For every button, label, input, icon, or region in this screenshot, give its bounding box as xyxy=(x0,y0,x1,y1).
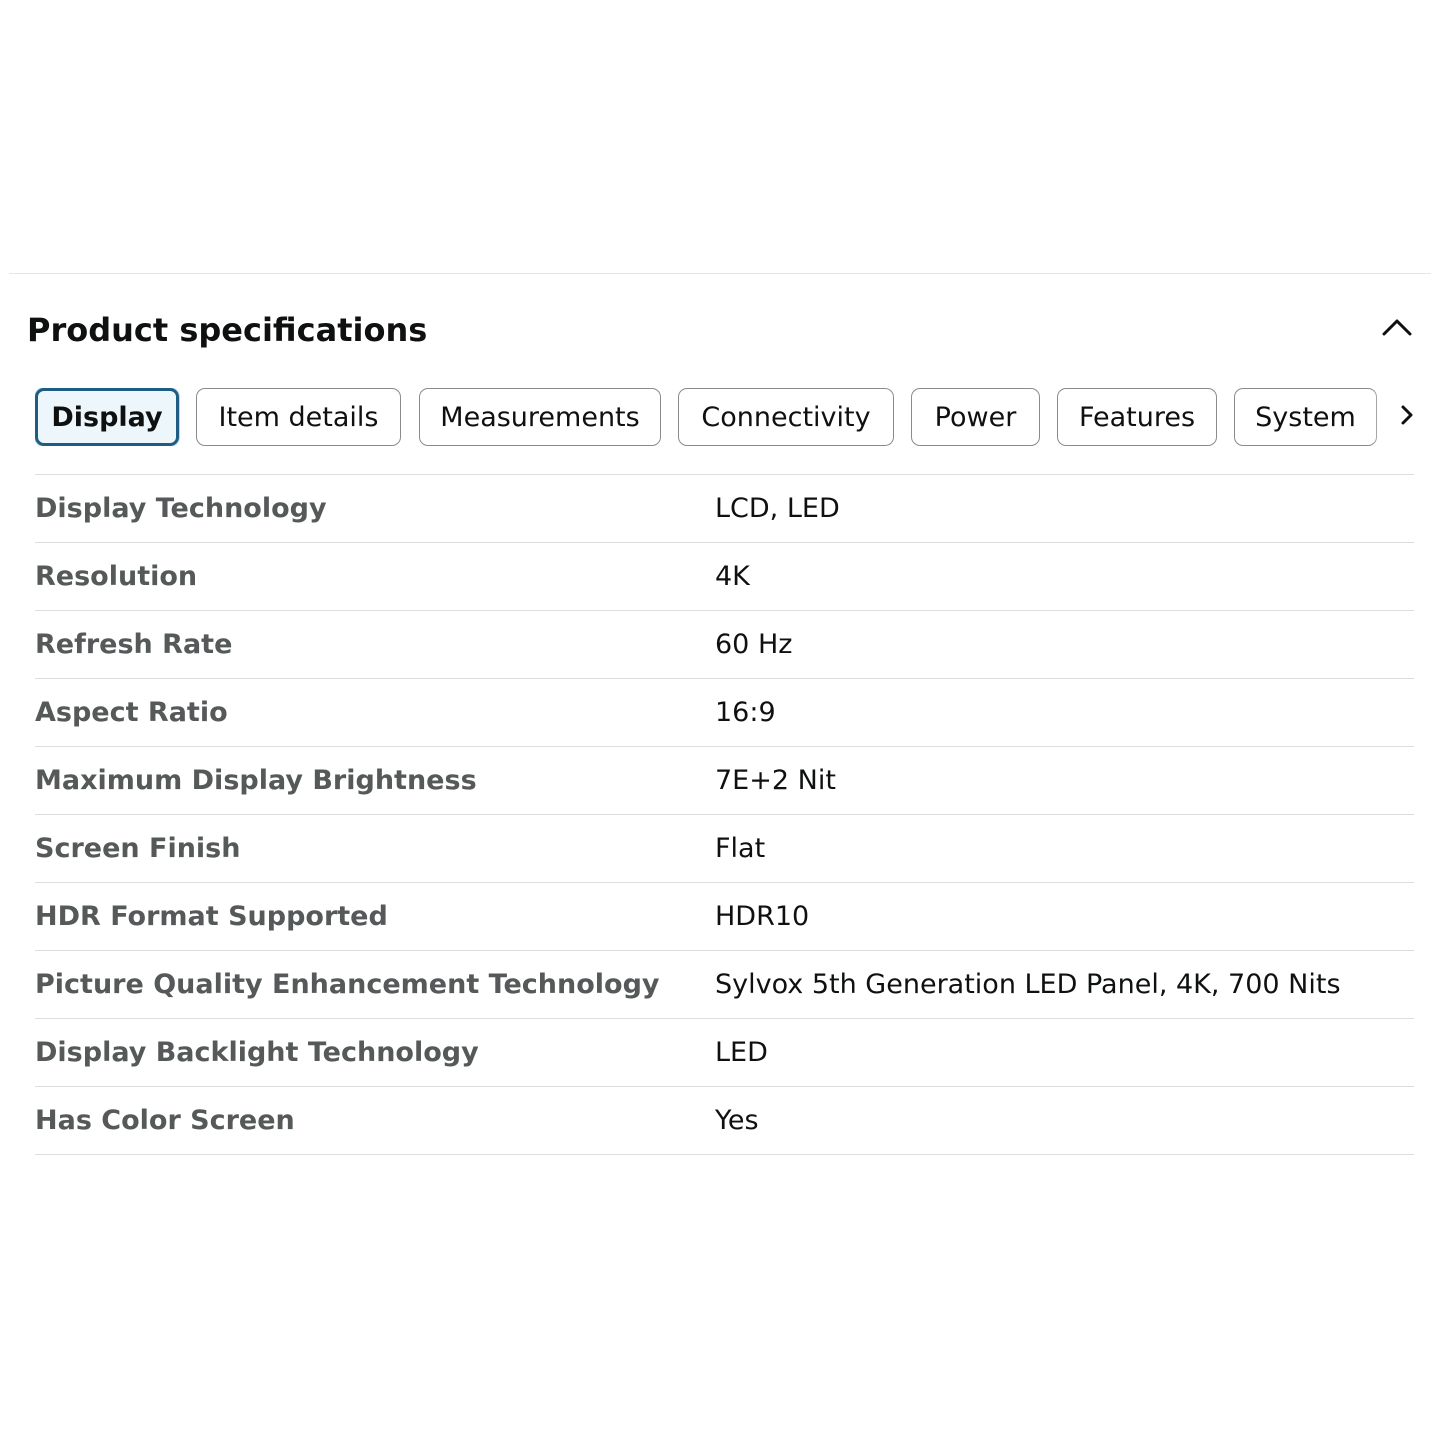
tab-item-details[interactable]: Item details xyxy=(196,388,401,446)
product-specifications-header: Product specifications xyxy=(27,300,1417,360)
section-title: Product specifications xyxy=(27,311,428,349)
collapse-button[interactable] xyxy=(1377,310,1417,346)
tab-features[interactable]: Features xyxy=(1057,388,1217,446)
tab-connectivity[interactable]: Connectivity xyxy=(678,388,894,446)
spec-row: Display Technology LCD, LED xyxy=(35,475,1414,543)
tab-label: Measurements xyxy=(440,401,640,433)
tabs-overflow-fade xyxy=(1371,388,1395,446)
spec-label: Screen Finish xyxy=(35,833,241,864)
tab-label: Features xyxy=(1078,401,1196,433)
spec-value: LCD, LED xyxy=(715,493,840,524)
tab-label: System xyxy=(1255,401,1356,433)
spec-row: Resolution 4K xyxy=(35,543,1414,611)
spec-value: 7E+2 Nit xyxy=(715,765,836,796)
tab-measurements[interactable]: Measurements xyxy=(419,388,661,446)
spec-row: Has Color Screen Yes xyxy=(35,1087,1414,1155)
tab-power[interactable]: Power xyxy=(911,388,1040,446)
spec-label: Display Technology xyxy=(35,493,327,524)
spec-value: Yes xyxy=(715,1105,759,1136)
tab-label: Connectivity xyxy=(701,401,871,433)
spec-label: Resolution xyxy=(35,561,198,592)
spec-label: Aspect Ratio xyxy=(35,697,228,728)
spec-label: Picture Quality Enhancement Technology xyxy=(35,969,660,1000)
tab-label: Power xyxy=(934,401,1017,433)
spec-label: Refresh Rate xyxy=(35,629,233,660)
spec-label: Maximum Display Brightness xyxy=(35,765,477,796)
chevron-right-icon xyxy=(1398,402,1416,432)
spec-value: Flat xyxy=(715,833,766,864)
tab-display[interactable]: Display xyxy=(35,388,179,446)
tab-system[interactable]: System xyxy=(1234,388,1377,446)
chevron-up-icon xyxy=(1377,310,1417,346)
section-divider xyxy=(9,273,1431,274)
tabs-scroll-right-button[interactable] xyxy=(1394,388,1420,446)
spec-value: 60 Hz xyxy=(715,629,793,660)
spec-row: Refresh Rate 60 Hz xyxy=(35,611,1414,679)
spec-label: HDR Format Supported xyxy=(35,901,388,932)
spec-row: Picture Quality Enhancement Technology S… xyxy=(35,951,1414,1019)
spec-value: 4K xyxy=(715,561,750,592)
spec-tabs: Display Item details Measurements Connec… xyxy=(35,388,1420,446)
spec-value: 16:9 xyxy=(715,697,776,728)
spec-value: LED xyxy=(715,1037,768,1068)
spec-label: Has Color Screen xyxy=(35,1105,295,1136)
spec-row: Maximum Display Brightness 7E+2 Nit xyxy=(35,747,1414,815)
tab-label: Item details xyxy=(218,401,379,433)
tab-label: Display xyxy=(51,401,163,433)
spec-table: Display Technology LCD, LED Resolution 4… xyxy=(35,474,1414,1155)
spec-value: Sylvox 5th Generation LED Panel, 4K, 700… xyxy=(715,969,1341,1000)
spec-label: Display Backlight Technology xyxy=(35,1037,479,1068)
spec-row: Display Backlight Technology LED xyxy=(35,1019,1414,1087)
spec-value: HDR10 xyxy=(715,901,810,932)
spec-row: Screen Finish Flat xyxy=(35,815,1414,883)
spec-row: Aspect Ratio 16:9 xyxy=(35,679,1414,747)
spec-row: HDR Format Supported HDR10 xyxy=(35,883,1414,951)
